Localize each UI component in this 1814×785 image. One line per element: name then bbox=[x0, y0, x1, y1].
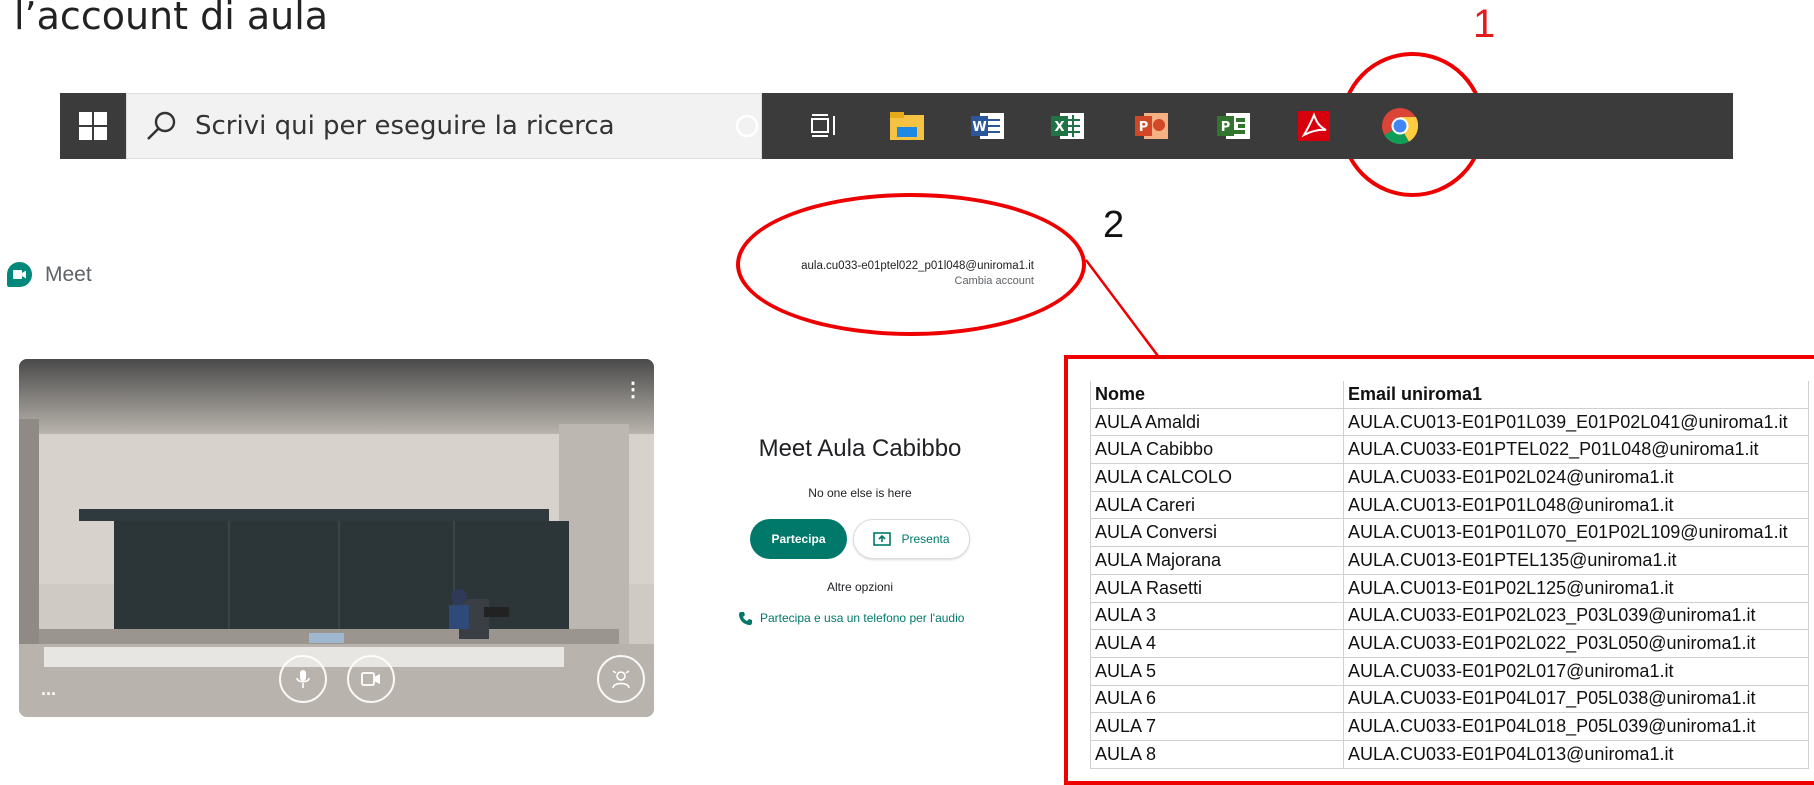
table-header-row: Nome Email uniroma1 bbox=[1090, 381, 1809, 409]
microphone-toggle-button[interactable] bbox=[279, 655, 327, 703]
room-name: AULA 7 bbox=[1090, 712, 1344, 741]
switch-account-link[interactable]: Cambia account bbox=[700, 275, 1035, 287]
classroom-accounts-table: Nome Email uniroma1 AULA Amaldi AULA.CU01… bbox=[1090, 381, 1809, 769]
room-email: AULA.CU033-E01P04L018_P05L039@uniroma1.i… bbox=[1343, 712, 1809, 741]
room-name: AULA Conversi bbox=[1090, 518, 1344, 548]
meet-camera-icon bbox=[7, 262, 32, 287]
table-row: AULA Conversi AULA.CU013-E01P01L070_E01P0… bbox=[1090, 518, 1809, 548]
word-icon[interactable]: W bbox=[968, 106, 1008, 146]
acrobat-icon[interactable] bbox=[1294, 106, 1334, 146]
camera-toggle-button[interactable] bbox=[347, 655, 395, 703]
meet-logo[interactable]: Meet bbox=[6, 261, 92, 288]
room-email: AULA.CU013-E01P01L048@uniroma1.it bbox=[1343, 491, 1809, 520]
search-placeholder: Scrivi qui per eseguire la ricerca bbox=[195, 111, 615, 141]
room-name: AULA Rasetti bbox=[1090, 574, 1344, 603]
room-email: AULA.CU033-E01P02L022_P03L050@uniroma1.i… bbox=[1343, 629, 1809, 658]
windows-start-icon[interactable] bbox=[60, 93, 126, 159]
table-row: AULA CALCOLO AULA.CU033-E01P02L024@unirom… bbox=[1090, 463, 1809, 492]
room-email: AULA.CU033-E01P02L024@uniroma1.it bbox=[1343, 463, 1809, 492]
room-name: AULA Cabibbo bbox=[1090, 435, 1344, 465]
visual-effects-button[interactable] bbox=[597, 655, 645, 703]
join-button[interactable]: Partecipa bbox=[750, 519, 847, 559]
participants-status: No one else is here bbox=[808, 486, 912, 500]
annotation-number-1: 1 bbox=[1473, 2, 1496, 46]
file-explorer-icon[interactable] bbox=[887, 106, 927, 146]
room-email: AULA.CU033-E01PTEL022_P01L048@uniroma1.i… bbox=[1343, 435, 1809, 465]
microphone-icon bbox=[296, 670, 310, 688]
search-icon bbox=[147, 111, 176, 140]
person-effects-icon bbox=[612, 670, 630, 689]
excel-icon[interactable]: X bbox=[1048, 106, 1088, 146]
chrome-icon[interactable] bbox=[1380, 106, 1420, 146]
join-with-phone-label: Partecipa e usa un telefono per l'audio bbox=[760, 611, 965, 625]
room-name: AULA 3 bbox=[1090, 602, 1344, 631]
meet-logo-text: Meet bbox=[45, 262, 92, 286]
room-name: AULA 5 bbox=[1090, 657, 1344, 686]
table-row: AULA Careri AULA.CU013-E01P01L048@uniroma… bbox=[1090, 491, 1809, 520]
other-options-heading: Altre opzioni bbox=[826, 580, 894, 594]
room-name: AULA Majorana bbox=[1090, 546, 1344, 575]
camera-icon bbox=[361, 672, 380, 686]
task-view-icon[interactable] bbox=[805, 106, 845, 146]
room-name: AULA Careri bbox=[1090, 491, 1344, 520]
table-row: AULA 8 AULA.CU033-E01P04L013@uniroma1.it bbox=[1090, 740, 1809, 769]
table-row: AULA Rasetti AULA.CU013-E01P02L125@unirom… bbox=[1090, 574, 1809, 603]
table-row: AULA Cabibbo AULA.CU033-E01PTEL022_P01L04… bbox=[1090, 435, 1809, 465]
room-name: AULA 4 bbox=[1090, 629, 1344, 658]
room-email: AULA.CU033-E01P04L013@uniroma1.it bbox=[1343, 740, 1809, 769]
annotation-number-2: 2 bbox=[1103, 204, 1125, 246]
room-email: AULA.CU013-E01P01L070_E01P02L109@uniroma… bbox=[1343, 518, 1809, 548]
page-heading: l’account di aula bbox=[14, 0, 329, 38]
room-email: AULA.CU033-E01P04L017_P05L038@uniroma1.i… bbox=[1343, 685, 1809, 714]
column-header-nome: Nome bbox=[1090, 381, 1344, 409]
meeting-title: Meet Aula Cabibbo bbox=[758, 435, 962, 462]
table-row: AULA 6 AULA.CU033-E01P04L017_P05L038@unir… bbox=[1090, 685, 1809, 714]
svg-text:P: P bbox=[1221, 120, 1231, 135]
classroom-accounts-panel: Nome Email uniroma1 AULA Amaldi AULA.CU01… bbox=[1064, 355, 1814, 785]
phone-icon bbox=[739, 612, 752, 625]
room-email: AULA.CU033-E01P02L017@uniroma1.it bbox=[1343, 657, 1809, 686]
room-name: AULA 8 bbox=[1090, 740, 1344, 769]
annotation-connector-line bbox=[1085, 259, 1159, 357]
present-button-label: Presenta bbox=[901, 532, 950, 546]
present-button[interactable]: Presenta bbox=[853, 519, 970, 559]
account-email: aula.cu033-e01ptel022_p01l048@uniroma1.i… bbox=[801, 260, 1034, 272]
svg-text:X: X bbox=[1054, 120, 1064, 135]
table-row: AULA 3 AULA.CU033-E01P02L023_P03L039@unir… bbox=[1090, 602, 1809, 631]
room-email: AULA.CU013-E01P01L039_E01P02L041@uniroma… bbox=[1343, 408, 1809, 437]
video-preview: ⋮ ... bbox=[19, 359, 654, 717]
room-name: AULA CALCOLO bbox=[1090, 463, 1344, 492]
more-options-icon[interactable]: ... bbox=[41, 679, 56, 700]
video-menu-icon[interactable]: ⋮ bbox=[623, 377, 643, 402]
svg-text:P: P bbox=[1139, 120, 1149, 135]
project-icon[interactable]: P bbox=[1214, 106, 1254, 146]
room-email: AULA.CU013-E01P02L125@uniroma1.it bbox=[1343, 574, 1809, 603]
join-with-phone-link[interactable]: Partecipa e usa un telefono per l'audio bbox=[738, 611, 964, 625]
table-row: AULA Majorana AULA.CU013-E01PTEL135@uniro… bbox=[1090, 546, 1809, 575]
table-row: AULA Amaldi AULA.CU013-E01P01L039_E01P02L… bbox=[1090, 408, 1809, 437]
classroom-camera-image bbox=[19, 359, 654, 717]
powerpoint-icon[interactable]: P bbox=[1132, 106, 1172, 146]
table-row: AULA 7 AULA.CU033-E01P04L018_P05L039@unir… bbox=[1090, 712, 1809, 741]
column-header-email: Email uniroma1 bbox=[1343, 381, 1809, 409]
windows-taskbar: Scrivi qui per eseguire la ricerca W X P… bbox=[60, 93, 1733, 159]
room-name: AULA 6 bbox=[1090, 685, 1344, 714]
present-screen-icon bbox=[873, 532, 892, 546]
room-email: AULA.CU033-E01P02L023_P03L039@uniroma1.i… bbox=[1343, 602, 1809, 631]
table-row: AULA 5 AULA.CU033-E01P02L017@uniroma1.it bbox=[1090, 657, 1809, 686]
table-row: AULA 4 AULA.CU033-E01P02L022_P03L050@unir… bbox=[1090, 629, 1809, 658]
taskbar-search-box[interactable]: Scrivi qui per eseguire la ricerca bbox=[126, 93, 762, 159]
svg-text:W: W bbox=[972, 120, 986, 135]
room-email: AULA.CU013-E01PTEL135@uniroma1.it bbox=[1343, 546, 1809, 575]
room-name: AULA Amaldi bbox=[1090, 408, 1344, 437]
cortana-icon[interactable] bbox=[727, 106, 767, 146]
